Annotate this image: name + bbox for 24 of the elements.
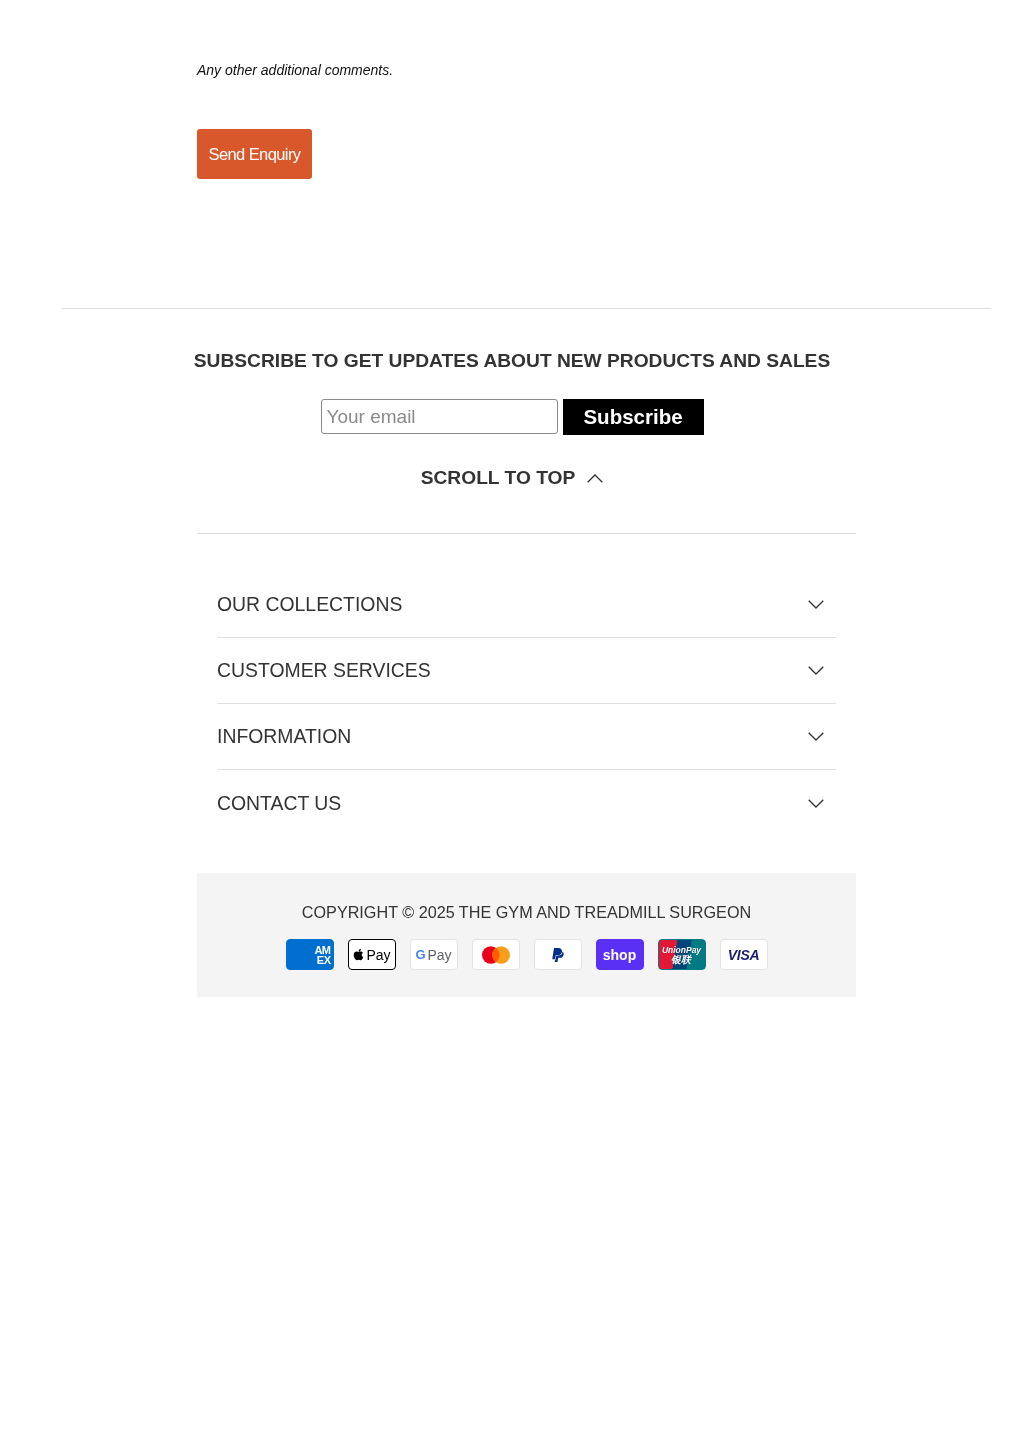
apple-icon	[352, 948, 366, 961]
send-enquiry-button[interactable]: Send Enquiry	[197, 129, 312, 179]
two-circles-icon	[481, 945, 510, 964]
chevron-up-icon	[587, 473, 604, 483]
chevron-down-icon	[808, 798, 824, 808]
copyright-text: COPYRIGHT © 2025 THE GYM AND TREADMILL SURGEON	[301, 902, 752, 922]
chevron-down-icon	[808, 600, 824, 609]
comments-hint: Any other additional comments.	[197, 62, 394, 78]
p-logo-icon	[550, 947, 565, 962]
email-field[interactable]: Your email	[320, 399, 558, 434]
newsletter-heading: SUBSCRIBE TO GET UPDATES ABOUT NEW PRODUCTS AND SALES	[193, 349, 831, 373]
payment-badge: G Pay	[409, 939, 458, 970]
scroll-to-top-button[interactable]: SCROLL TO TOP	[420, 465, 604, 491]
payment-logo-text: Pay	[366, 946, 391, 963]
chevron-down-icon	[808, 732, 824, 741]
footer-menu-item[interactable]: INFORMATION	[217, 704, 836, 770]
subscribe-button[interactable]: Subscribe	[562, 399, 704, 435]
footer-menu-item[interactable]: CUSTOMER SERVICES	[217, 638, 836, 704]
chevron-down-icon	[808, 666, 824, 675]
footer-menu-item[interactable]: OUR COLLECTIONS	[217, 572, 836, 638]
payment-badge: AM EX	[285, 939, 334, 970]
payment-badge: shop	[595, 939, 644, 970]
footer-menu-item[interactable]: CONTACT US	[217, 770, 836, 836]
payment-badge: VISA	[719, 939, 768, 970]
